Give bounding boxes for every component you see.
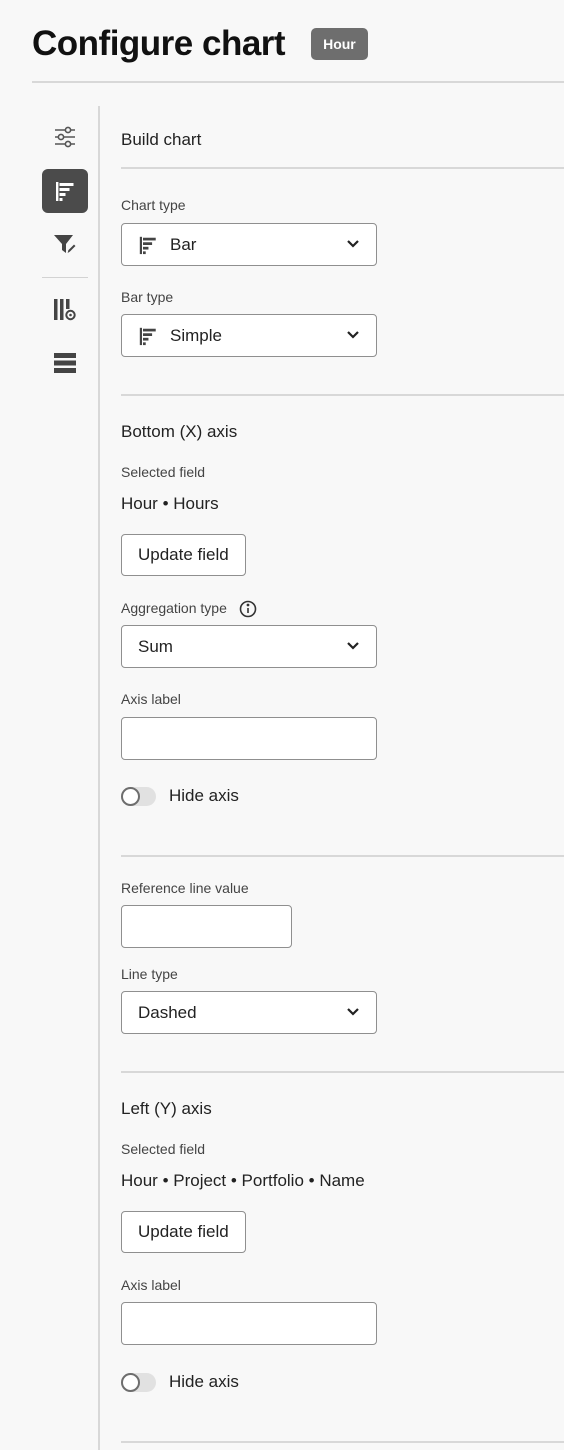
list-rows-icon [54,353,76,373]
header-divider [32,81,564,83]
sliders-icon [55,126,75,148]
x-hide-axis-switch[interactable]: Hide axis [121,786,239,806]
section-divider [121,1441,564,1443]
x-selected-field-label: Selected field [121,464,206,480]
info-icon[interactable] [239,600,257,618]
line-type-value: Dashed [138,1002,197,1022]
reference-line-value-label: Reference line value [121,880,249,896]
y-selected-field-label: Selected field [121,1141,206,1157]
y-axis-label-label: Axis label [121,1277,181,1293]
reference-line-value-input[interactable] [121,905,292,948]
y-update-field-button[interactable]: Update field [121,1211,246,1253]
aggregation-type-value: Sum [138,636,173,656]
bar-chart-icon [138,235,158,255]
rail-button-list[interactable] [42,341,88,385]
section-divider [121,394,564,396]
y-axis-title: Left (Y) axis [121,1099,212,1118]
page-header: Configure chart Hour [32,22,368,66]
x-axis-label-label: Axis label [121,691,181,707]
y-axis-label-input[interactable] [121,1302,377,1345]
object-badge: Hour [311,28,368,60]
chart-type-value: Bar [170,234,197,254]
line-type-picker[interactable]: Dashed [121,991,377,1034]
switch-track [121,1372,156,1392]
chevron-down-icon [347,642,359,650]
y-hide-axis-switch[interactable]: Hide axis [121,1372,239,1392]
rail-button-columns[interactable] [42,288,88,332]
section-divider [121,1071,564,1073]
section-divider [121,167,564,169]
aggregation-type-picker[interactable]: Sum [121,625,377,668]
y-hide-axis-label: Hide axis [169,1372,239,1391]
x-axis-label-input[interactable] [121,717,377,760]
column-settings-icon [54,299,76,321]
bar-chart-icon [138,326,158,346]
rail-divider [42,277,88,278]
page-title: Configure chart [32,24,286,63]
filter-edit-icon [54,235,77,255]
bar-type-picker[interactable]: Simple [121,314,377,357]
rail-button-settings[interactable] [42,115,88,159]
rail-button-filter[interactable] [42,223,88,267]
rail-divider-vertical [98,106,100,1450]
chevron-down-icon [347,331,359,339]
rail-button-chart[interactable] [42,169,88,213]
x-hide-axis-label: Hide axis [169,786,239,805]
switch-track [121,786,156,806]
switch-knob [121,1372,140,1392]
bar-type-value: Simple [170,325,222,345]
section-divider [121,855,564,857]
chevron-down-icon [347,1008,359,1016]
x-axis-title: Bottom (X) axis [121,422,238,441]
build-chart-title: Build chart [121,130,202,149]
chevron-down-icon [347,240,359,248]
bar-type-label: Bar type [121,289,174,305]
y-selected-field-value: Hour • Project • Portfolio • Name [121,1171,365,1190]
aggregation-type-label: Aggregation type [121,600,257,618]
bar-chart-icon [56,182,74,201]
switch-knob [121,786,140,806]
x-selected-field-value: Hour • Hours [121,494,219,513]
aggregation-type-label-text: Aggregation type [121,600,227,616]
x-update-field-button[interactable]: Update field [121,534,246,576]
chart-type-picker[interactable]: Bar [121,223,377,266]
line-type-label: Line type [121,966,178,982]
chart-type-label: Chart type [121,197,186,213]
